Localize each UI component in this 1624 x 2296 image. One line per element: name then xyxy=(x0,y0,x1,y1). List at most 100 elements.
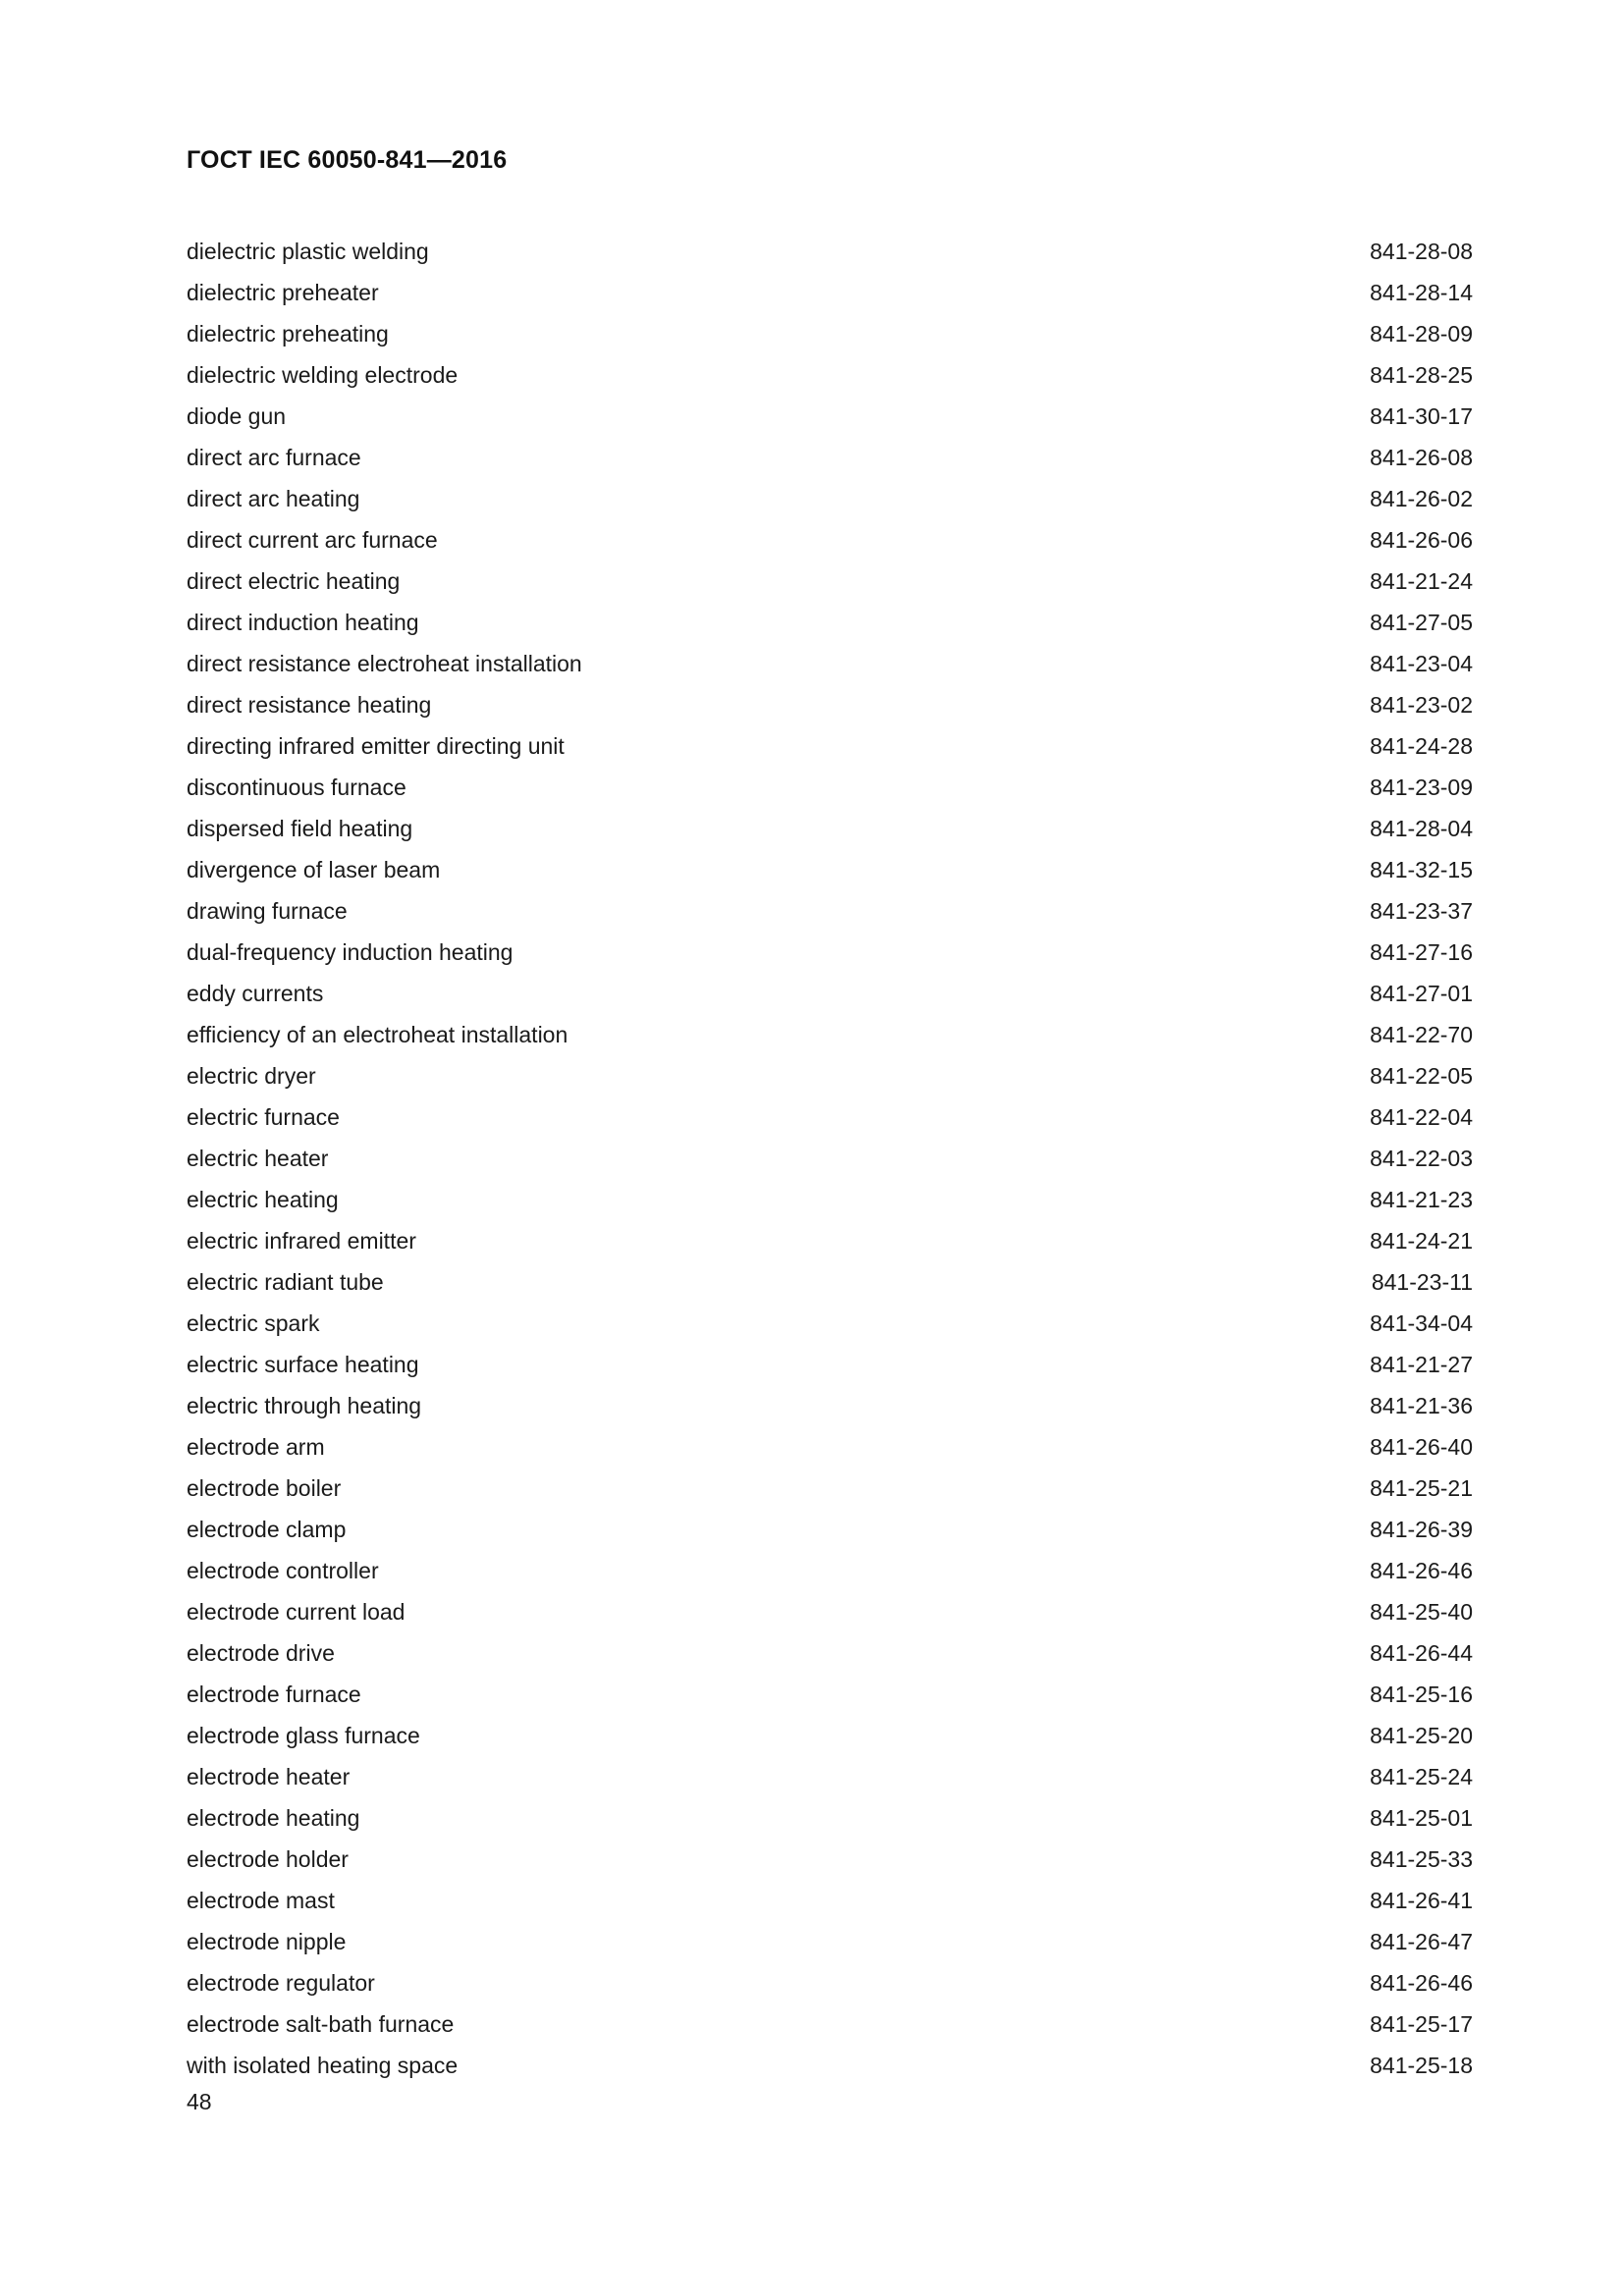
index-entry-row: eddy currents 841-27-01 xyxy=(187,973,1473,1014)
index-entry-row: electric surface heating 841-21-27 xyxy=(187,1344,1473,1385)
index-entry-term: electrode glass furnace xyxy=(187,1723,420,1748)
index-entry-term: dielectric plastic welding xyxy=(187,239,429,264)
index-entry-term: electrode nipple xyxy=(187,1929,347,1954)
index-entry-code: 841-30-17 xyxy=(1370,403,1473,429)
index-entry-row: electrode current load 841-25-40 xyxy=(187,1591,1473,1632)
document-page: ГОСТ IEC 60050-841—2016 dielectric plast… xyxy=(0,0,1624,2296)
index-entry-row: dielectric welding electrode 841-28-25 xyxy=(187,354,1473,396)
index-entry-code: 841-21-23 xyxy=(1370,1187,1473,1212)
index-entry-row: electrode furnace 841-25-16 xyxy=(187,1674,1473,1715)
index-entry-code: 841-25-24 xyxy=(1370,1764,1473,1789)
index-entry-term: electric surface heating xyxy=(187,1352,419,1377)
index-entry-row: direct resistance electroheat installati… xyxy=(187,643,1473,684)
index-entry-term: electrode regulator xyxy=(187,1970,375,1996)
index-entry-code: 841-25-33 xyxy=(1370,1846,1473,1872)
index-entry-term: divergence of laser beam xyxy=(187,857,441,882)
index-entry-term: electric infrared emitter xyxy=(187,1228,416,1254)
index-entry-row: dispersed field heating 841-28-04 xyxy=(187,808,1473,849)
index-entry-term: drawing furnace xyxy=(187,898,348,924)
index-entry-term: dispersed field heating xyxy=(187,816,413,841)
index-entry-code: 841-26-08 xyxy=(1370,445,1473,470)
index-entry-code: 841-23-04 xyxy=(1370,651,1473,676)
index-entry-code: 841-26-47 xyxy=(1370,1929,1473,1954)
index-entry-row: electrode boiler 841-25-21 xyxy=(187,1468,1473,1509)
index-entry-row: direct electric heating 841-21-24 xyxy=(187,561,1473,602)
index-entry-row: direct arc furnace 841-26-08 xyxy=(187,437,1473,478)
index-entry-term: eddy currents xyxy=(187,981,324,1006)
index-entry-code: 841-25-21 xyxy=(1370,1475,1473,1501)
index-entry-term: discontinuous furnace xyxy=(187,774,406,800)
index-entry-row: electric dryer 841-22-05 xyxy=(187,1055,1473,1096)
index-entry-row: electrode salt-bath furnace 841-25-17 xyxy=(187,2003,1473,2045)
index-entry-code: 841-27-05 xyxy=(1370,610,1473,635)
index-entry-code: 841-27-16 xyxy=(1370,939,1473,965)
index-entry-code: 841-22-04 xyxy=(1370,1104,1473,1130)
index-entry-row: efficiency of an electroheat installatio… xyxy=(187,1014,1473,1055)
index-entry-row: electrode drive 841-26-44 xyxy=(187,1632,1473,1674)
index-entry-term: electrode salt-bath furnace xyxy=(187,2011,455,2037)
index-entry-row: electrode heating 841-25-01 xyxy=(187,1797,1473,1839)
index-entry-term: electrode boiler xyxy=(187,1475,342,1501)
index-entry-row: electric through heating 841-21-36 xyxy=(187,1385,1473,1426)
index-entry-row: electric spark 841-34-04 xyxy=(187,1303,1473,1344)
index-entry-code: 841-22-70 xyxy=(1370,1022,1473,1047)
index-entry-term: electric heater xyxy=(187,1146,329,1171)
index-entry-code: 841-26-46 xyxy=(1370,1558,1473,1583)
index-entry-term: electrode drive xyxy=(187,1640,335,1666)
index-entry-term: with isolated heating space xyxy=(187,2053,459,2078)
index-entry-code: 841-28-08 xyxy=(1370,239,1473,264)
index-entry-code: 841-25-18 xyxy=(1370,2053,1473,2078)
index-entry-row: electrode clamp 841-26-39 xyxy=(187,1509,1473,1550)
index-entry-code: 841-21-24 xyxy=(1370,568,1473,594)
index-entry-term: dual-frequency induction heating xyxy=(187,939,514,965)
index-entry-code: 841-23-11 xyxy=(1371,1269,1473,1295)
index-entry-row: electrode mast 841-26-41 xyxy=(187,1880,1473,1921)
index-entry-row: electrode regulator 841-26-46 xyxy=(187,1962,1473,2003)
index-entry-term: direct electric heating xyxy=(187,568,401,594)
page-number: 48 xyxy=(187,2089,212,2114)
index-entry-code: 841-25-17 xyxy=(1370,2011,1473,2037)
index-entry-term: electrode current load xyxy=(187,1599,406,1625)
index-entry-term: electrode heating xyxy=(187,1805,360,1831)
index-entry-term: dielectric welding electrode xyxy=(187,362,459,388)
index-entry-code: 841-21-36 xyxy=(1370,1393,1473,1418)
index-entry-row: drawing furnace 841-23-37 xyxy=(187,890,1473,932)
index-entry-row: electric furnace 841-22-04 xyxy=(187,1096,1473,1138)
index-entry-code: 841-26-46 xyxy=(1370,1970,1473,1996)
index-entry-term: efficiency of an electroheat installatio… xyxy=(187,1022,568,1047)
index-entry-code: 841-26-02 xyxy=(1370,486,1473,511)
index-entry-term: direct arc furnace xyxy=(187,445,361,470)
index-entry-row: electric infrared emitter 841-24-21 xyxy=(187,1220,1473,1261)
index-entry-code: 841-28-09 xyxy=(1370,321,1473,347)
index-entry-term: direct current arc furnace xyxy=(187,527,438,553)
index-entry-term: electric furnace xyxy=(187,1104,340,1130)
index-entry-code: 841-21-27 xyxy=(1370,1352,1473,1377)
index-entry-code: 841-34-04 xyxy=(1370,1310,1473,1336)
index-entry-code: 841-24-21 xyxy=(1370,1228,1473,1254)
index-entry-code: 841-26-06 xyxy=(1370,527,1473,553)
index-entry-code: 841-23-09 xyxy=(1370,774,1473,800)
index-entry-row: electrode arm 841-26-40 xyxy=(187,1426,1473,1468)
index-entry-row: electrode glass furnace 841-25-20 xyxy=(187,1715,1473,1756)
index-entry-code: 841-28-04 xyxy=(1370,816,1473,841)
index-entry-code: 841-23-02 xyxy=(1370,692,1473,718)
index-entry-code: 841-32-15 xyxy=(1370,857,1473,882)
index-entry-code: 841-26-44 xyxy=(1370,1640,1473,1666)
index-entry-row: direct resistance heating 841-23-02 xyxy=(187,684,1473,725)
index-entry-row: electrode controller 841-26-46 xyxy=(187,1550,1473,1591)
index-entry-code: 841-25-01 xyxy=(1370,1805,1473,1831)
index-entry-term: electrode clamp xyxy=(187,1517,347,1542)
index-entry-term: dielectric preheating xyxy=(187,321,389,347)
index-entry-row: direct arc heating 841-26-02 xyxy=(187,478,1473,519)
index-entry-row: electrode heater 841-25-24 xyxy=(187,1756,1473,1797)
index-entry-code: 841-26-41 xyxy=(1370,1888,1473,1913)
index-entry-term: direct arc heating xyxy=(187,486,360,511)
index-entry-term: electric spark xyxy=(187,1310,320,1336)
index-entry-row: dielectric plastic welding 841-28-08 xyxy=(187,231,1473,272)
index-entry-code: 841-28-14 xyxy=(1370,280,1473,305)
index-entry-term: electrode mast xyxy=(187,1888,335,1913)
index-entry-term: electrode heater xyxy=(187,1764,351,1789)
index-entry-row: dielectric preheater 841-28-14 xyxy=(187,272,1473,313)
index-entry-term: diode gun xyxy=(187,403,287,429)
index-entry-term: electric radiant tube xyxy=(187,1269,384,1295)
